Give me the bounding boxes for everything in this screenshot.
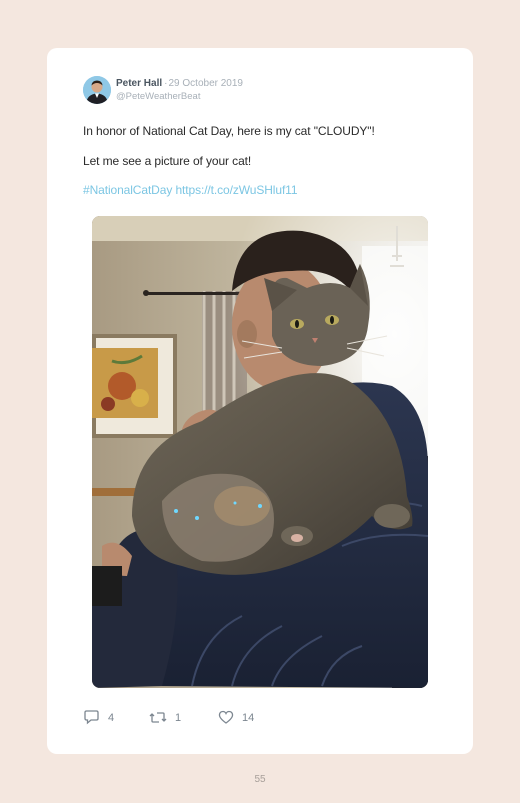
page-number: 55	[254, 774, 266, 785]
tweet-card: Peter Hall ·29 October 2019 @PeteWeatherB…	[47, 48, 473, 754]
like-count: 14	[242, 711, 255, 724]
retweet-count: 1	[175, 711, 182, 724]
retweet-icon	[149, 712, 167, 723]
reply-icon	[84, 710, 99, 725]
retweet-action[interactable]: 1	[149, 710, 181, 725]
avatar[interactable]	[83, 76, 111, 104]
author-name[interactable]: Peter Hall	[116, 78, 162, 89]
tweet-header: Peter Hall ·29 October 2019	[116, 78, 243, 89]
avatar-image	[83, 76, 111, 104]
author-handle[interactable]: @PeteWeatherBeat	[116, 91, 200, 102]
reply-count: 4	[108, 711, 115, 724]
tweet-date[interactable]: 29 October 2019	[168, 78, 243, 89]
cat-photo-illustration	[92, 216, 428, 688]
like-action[interactable]: 14	[218, 710, 254, 725]
tweet-text-line-2: Let me see a picture of your cat!	[83, 154, 252, 168]
header-separator: ·	[164, 78, 168, 89]
tweet-text-line-1: In honor of National Cat Day, here is my…	[83, 124, 375, 138]
url-link[interactable]: https://t.co/zWuSHluf11	[175, 183, 297, 197]
reply-action[interactable]: 4	[83, 710, 114, 725]
heart-icon	[218, 710, 234, 724]
tweet-links: #NationalCatDay https://t.co/zWuSHluf11	[83, 183, 298, 197]
tweet-photo[interactable]	[92, 216, 428, 688]
hashtag-link[interactable]: #NationalCatDay	[83, 183, 172, 197]
